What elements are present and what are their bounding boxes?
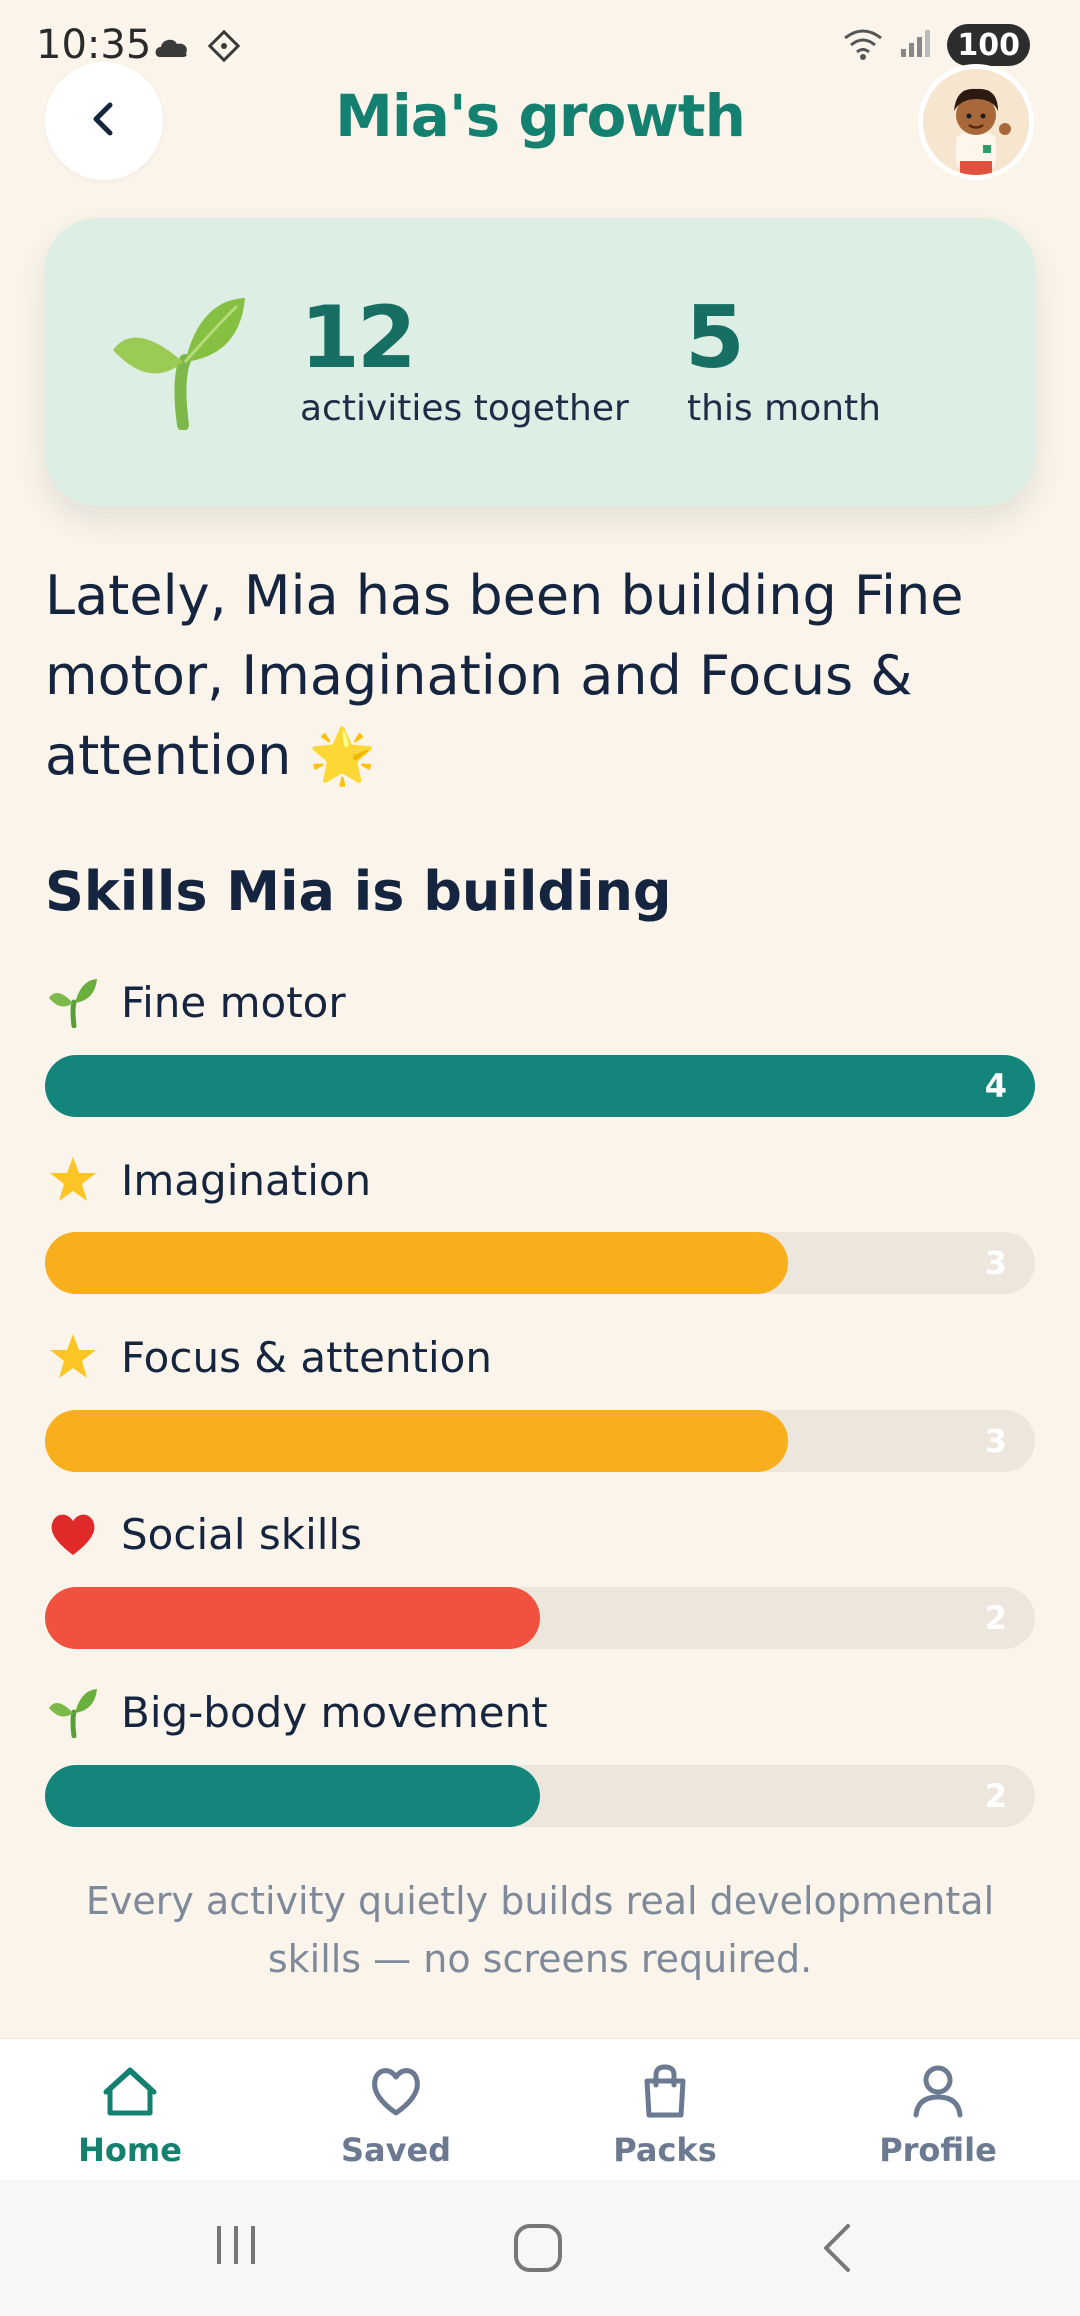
nav-packs[interactable]: Packs (565, 2061, 765, 2169)
skill-item: Imagination (45, 1152, 371, 1208)
skill-label: Fine motor (121, 977, 346, 1027)
skill-progress-fill (45, 1410, 788, 1472)
battery-indicator: 100 (947, 24, 1030, 66)
skill-count: 2 (984, 1777, 1007, 1815)
growth-summary: Lately, Mia has been building Fine motor… (45, 564, 964, 787)
skill-progress-bar: 2 (45, 1765, 1035, 1827)
skill-progress-bar: 2 (45, 1587, 1035, 1649)
status-time: 10:35 (36, 22, 152, 68)
home-icon (30, 2061, 230, 2121)
skill-item: Big-body movement (45, 1684, 548, 1740)
home-system-icon[interactable] (512, 2222, 564, 2278)
skill-item: Social skills (45, 1506, 362, 1562)
skill-progress-bar: 3 (45, 1410, 1035, 1472)
star-icon (45, 1152, 101, 1208)
nav-saved[interactable]: Saved (296, 2061, 496, 2169)
activities-count: 12 (300, 288, 417, 388)
skills-section-title: Skills Mia is building (45, 860, 672, 923)
heart-icon (45, 1506, 101, 1562)
heart-outline-icon (296, 2061, 496, 2121)
nav-profile[interactable]: Profile (838, 2061, 1038, 2169)
skill-progress-fill (45, 1232, 788, 1294)
skill-item: Fine motor (45, 974, 346, 1030)
skill-progress-fill (45, 1765, 540, 1827)
skill-item: Focus & attention (45, 1329, 492, 1385)
skill-progress-fill (45, 1587, 540, 1649)
recent-apps-icon[interactable] (213, 2222, 259, 2272)
footnote: Every activity quietly builds real devel… (85, 1879, 995, 1981)
skill-progress-bar: 4 (45, 1055, 1035, 1117)
star-icon (45, 1329, 101, 1385)
person-icon (838, 2061, 1038, 2121)
sprout-icon (45, 974, 101, 1030)
cloud-icon (152, 33, 192, 63)
skill-count: 3 (984, 1422, 1007, 1460)
skill-label: Imagination (121, 1155, 372, 1205)
skill-label: Big-body movement (121, 1687, 548, 1737)
diamond-icon (206, 28, 242, 68)
activities-label: activities together (300, 388, 629, 429)
nav-home[interactable]: Home (30, 2061, 230, 2169)
nav-label: Home (78, 2131, 182, 2169)
bottom-nav: Home Saved Packs Profile (0, 2038, 1080, 2180)
skill-progress-fill (45, 1055, 1035, 1117)
sprout-icon (45, 1684, 101, 1740)
back-system-icon[interactable] (818, 2222, 858, 2278)
skill-label: Social skills (121, 1509, 362, 1559)
skill-count: 4 (984, 1067, 1007, 1105)
stats-card: 12 activities together 5 this month (45, 218, 1035, 506)
month-count: 5 (685, 288, 745, 388)
bag-icon (565, 2061, 765, 2121)
sprout-icon (105, 290, 255, 434)
system-nav-bar (0, 2180, 1080, 2316)
skill-count: 2 (984, 1599, 1007, 1637)
skill-progress-bar: 3 (45, 1232, 1035, 1294)
skill-count: 3 (984, 1244, 1007, 1282)
nav-label: Saved (340, 2131, 452, 2169)
nav-label: Profile (879, 2131, 997, 2169)
signal-icon (899, 27, 933, 63)
skill-label: Focus & attention (121, 1332, 492, 1382)
nav-label: Packs (613, 2131, 717, 2169)
month-label: this month (687, 388, 881, 429)
avatar[interactable] (918, 64, 1034, 180)
wifi-icon (841, 26, 885, 64)
